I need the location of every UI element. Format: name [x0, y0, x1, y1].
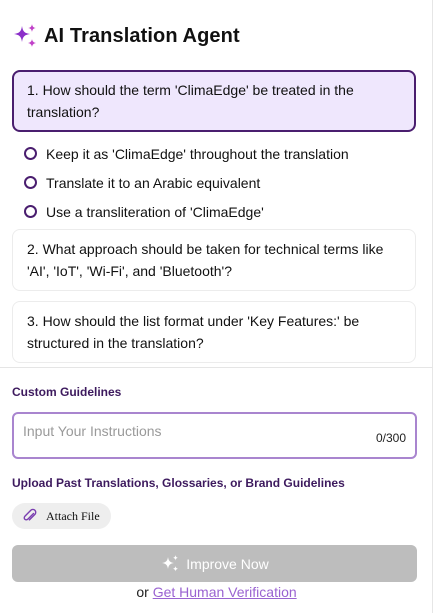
character-counter: 0/300: [375, 431, 406, 445]
custom-guidelines-label: Custom Guidelines: [12, 385, 122, 399]
question-card-1[interactable]: 1. How should the term 'ClimaEdge' be tr…: [12, 70, 416, 132]
human-verification-link[interactable]: Get Human Verification: [153, 584, 297, 600]
sparkle-icon: [14, 24, 36, 47]
question-card-2[interactable]: 2. What approach should be taken for tec…: [12, 229, 416, 291]
section-divider: [0, 367, 433, 368]
question-text: 3. How should the list format under 'Key…: [27, 313, 360, 351]
improve-now-label: Improve Now: [186, 555, 269, 572]
option-translate-arabic[interactable]: Translate it to an Arabic equivalent: [24, 168, 349, 197]
question-text: 1. How should the term 'ClimaEdge' be tr…: [27, 82, 354, 120]
option-label: Translate it to an Arabic equivalent: [46, 174, 261, 191]
paperclip-icon: [23, 508, 37, 521]
panel-header: AI Translation Agent: [12, 22, 240, 50]
radio-icon[interactable]: [24, 205, 37, 218]
option-label: Use a transliteration of 'ClimaEdge': [46, 203, 264, 220]
option-keep-name[interactable]: Keep it as 'ClimaEdge' throughout the tr…: [24, 139, 349, 168]
option-transliteration[interactable]: Use a transliteration of 'ClimaEdge': [24, 197, 349, 226]
radio-icon[interactable]: [24, 147, 37, 160]
question-text: 2. What approach should be taken for tec…: [27, 241, 384, 279]
answer-options: Keep it as 'ClimaEdge' throughout the tr…: [24, 139, 349, 226]
guidelines-input-box[interactable]: 0/300: [12, 412, 417, 459]
attach-file-label: Attach File: [46, 508, 100, 523]
upload-label: Upload Past Translations, Glossaries, or…: [12, 476, 345, 490]
translation-agent-panel: AI Translation Agent 1. How should the t…: [0, 0, 433, 613]
human-verification-row: or Get Human Verification: [0, 584, 433, 600]
option-label: Keep it as 'ClimaEdge' throughout the tr…: [46, 145, 349, 162]
attach-file-button[interactable]: Attach File: [12, 503, 111, 529]
radio-icon[interactable]: [24, 176, 37, 189]
guidelines-input[interactable]: [23, 423, 323, 439]
improve-now-button[interactable]: Improve Now: [12, 545, 417, 582]
sparkle-icon: [162, 554, 179, 571]
page-title: AI Translation Agent: [44, 24, 240, 47]
question-card-3[interactable]: 3. How should the list format under 'Key…: [12, 301, 416, 363]
verification-prefix: or: [136, 584, 149, 600]
